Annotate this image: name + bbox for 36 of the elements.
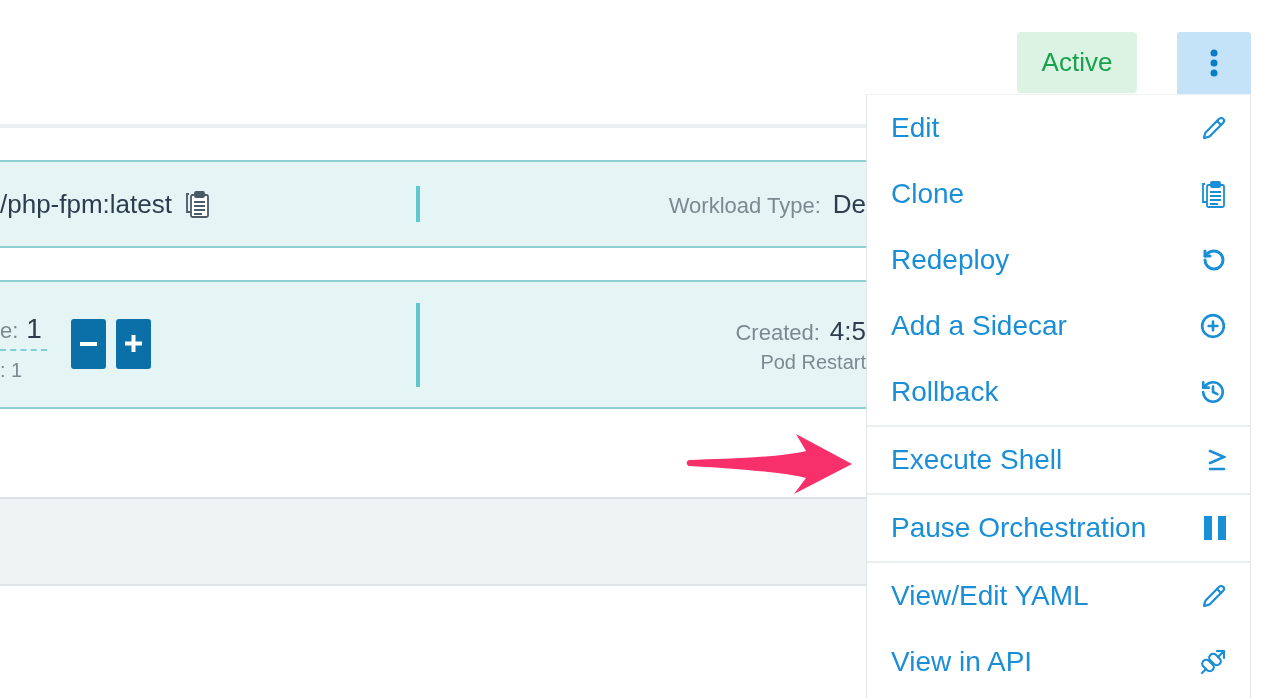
menu-item[interactable]: Pause Orchestration (867, 495, 1250, 561)
field-value: De (832, 188, 866, 220)
pause-icon (1204, 516, 1226, 540)
plus-icon (125, 335, 142, 352)
menu-item[interactable]: Clone (867, 161, 1250, 227)
menu-item[interactable]: Execute Shell (867, 427, 1250, 493)
history-icon (1200, 379, 1226, 405)
field-value: 4:5 (829, 315, 866, 347)
field-label: Pod Restart (760, 350, 866, 374)
greater-equal-icon (1208, 449, 1226, 471)
menu-item[interactable]: Rollback (867, 359, 1250, 425)
image-name: /php-fpm:latest (0, 188, 172, 220)
pencil-icon (1202, 584, 1226, 608)
field-value: 1 (26, 313, 42, 345)
menu-item[interactable]: Redeploy (867, 227, 1250, 293)
circle-plus-icon (1200, 313, 1226, 339)
status-badge: Active (1017, 32, 1137, 93)
menu-item[interactable]: View/Edit YAML (867, 563, 1250, 629)
link-icon (1200, 649, 1226, 675)
field-label: Created: (735, 319, 820, 346)
menu-item[interactable]: Add a Sidecar (867, 293, 1250, 359)
field-label: Workload Type: (668, 192, 821, 219)
field-label: : 1 (0, 359, 24, 382)
more-button[interactable] (1177, 32, 1251, 94)
menu-item[interactable]: Edit (867, 95, 1250, 161)
clipboard-icon (1201, 180, 1226, 208)
arrow-icon (686, 432, 854, 496)
decrease-button[interactable] (71, 318, 106, 369)
clipboard-icon[interactable] (185, 190, 210, 218)
menu-item[interactable]: View in API (867, 629, 1250, 695)
increase-button[interactable] (116, 318, 151, 369)
field-label: e: (0, 318, 19, 344)
more-icon (1210, 49, 1218, 77)
minus-icon (80, 341, 97, 346)
undo-arrow-icon (1202, 248, 1226, 272)
pencil-icon (1202, 116, 1226, 140)
